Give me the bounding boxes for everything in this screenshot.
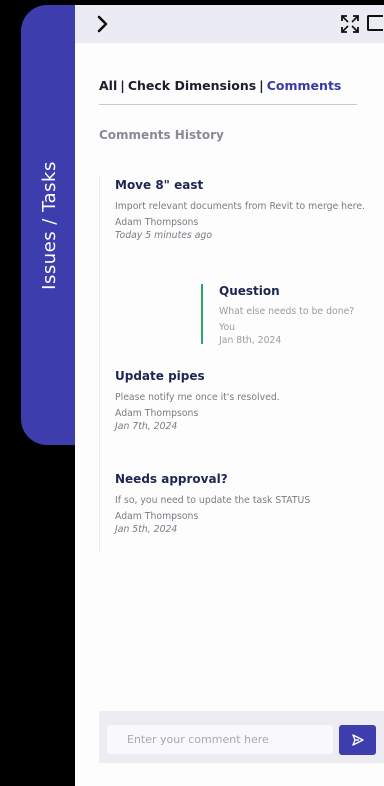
chevron-right-icon[interactable] — [95, 13, 111, 35]
reply-date: Jan 8th, 2024 — [219, 335, 282, 346]
comment-author: Adam Thompsons — [115, 408, 199, 419]
send-icon — [351, 734, 364, 746]
window-icon[interactable] — [367, 15, 383, 31]
comment-filter: All | Check Dimensions | Comments — [99, 78, 341, 93]
panel-topbar — [75, 5, 384, 43]
comment-composer — [99, 711, 384, 763]
comment-body: Import relevant documents from Revit to … — [115, 201, 366, 212]
comment-title: Move 8" east — [115, 178, 204, 192]
filter-divider — [99, 104, 357, 105]
expand-icon[interactable] — [341, 15, 359, 37]
issues-tasks-tab-label: Issues / Tasks — [38, 160, 60, 290]
filter-comments[interactable]: Comments — [267, 78, 342, 93]
comment-date: Jan 5th, 2024 — [115, 524, 178, 535]
send-button[interactable] — [339, 725, 376, 755]
filter-separator: | — [120, 78, 125, 93]
comment-item: Needs approval? If so, you need to updat… — [115, 472, 310, 535]
reply-title: Question — [219, 284, 280, 298]
filter-all[interactable]: All — [99, 78, 117, 93]
comment-body: If so, you need to update the task STATU… — [115, 495, 311, 506]
comments-panel: All | Check Dimensions | Comments Comments H… — [75, 5, 384, 786]
comment-title: Needs approval? — [115, 472, 228, 486]
comment-title: Update pipes — [115, 369, 205, 383]
comments-history-title: Comments History — [99, 128, 224, 142]
comment-body: Please notify me once it's resolved. — [115, 392, 280, 403]
reply-body: What else needs to be done? — [219, 306, 355, 317]
comment-date: Jan 7th, 2024 — [115, 421, 178, 432]
reply-author: You — [219, 322, 236, 333]
comment-item: Move 8" east Import relevant documents f… — [115, 178, 365, 241]
comment-input[interactable] — [107, 725, 333, 754]
comment-author: Adam Thompsons — [115, 511, 199, 522]
thread-line — [99, 175, 100, 553]
filter-check-dimensions[interactable]: Check Dimensions — [128, 78, 256, 93]
comment-item: Update pipes Please notify me once it's … — [115, 369, 280, 432]
comment-author: Adam Thompsons — [115, 217, 199, 228]
filter-separator: | — [259, 78, 264, 93]
issues-tasks-tab[interactable]: Issues / Tasks — [21, 5, 77, 445]
comment-date: Today 5 minutes ago — [115, 230, 213, 241]
reply-item: Question What else needs to be done? You… — [201, 284, 355, 346]
